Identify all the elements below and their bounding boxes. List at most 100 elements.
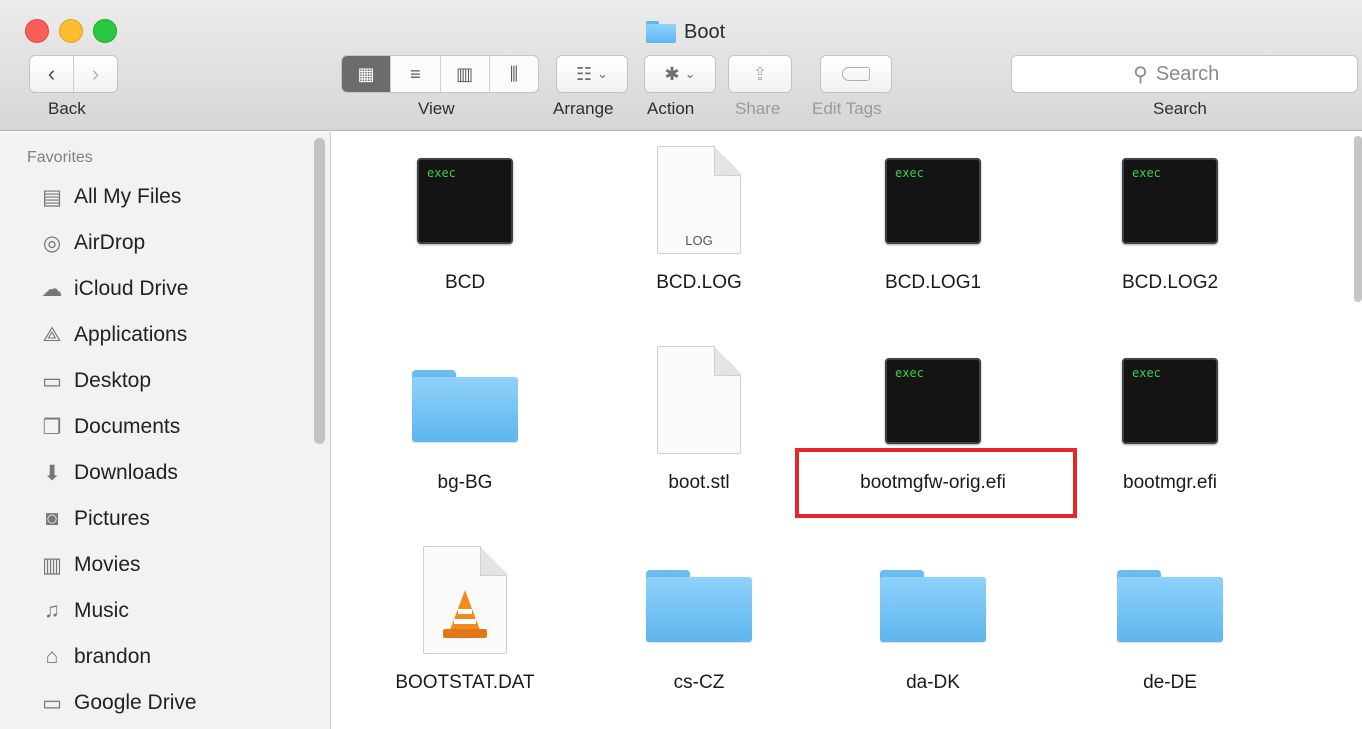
list-icon: ≡: [410, 63, 421, 84]
downloads-icon: ⬇: [43, 461, 61, 485]
file-name: cs-CZ: [673, 672, 725, 693]
file-item[interactable]: LOG BCD.LOG: [581, 132, 817, 322]
highlight-annotation-box: [795, 448, 1077, 518]
home-icon: ⌂: [45, 645, 59, 668]
sidebar-item-applications[interactable]: ⟁ Applications: [40, 319, 188, 351]
forward-button[interactable]: ›: [74, 56, 117, 92]
sidebar-item-label: Documents: [74, 415, 181, 438]
sidebar-item-label: brandon: [74, 645, 152, 668]
file-name: BCD.LOG1: [884, 272, 982, 293]
action-label: Action: [647, 99, 695, 118]
sidebar-item-brandon[interactable]: ⌂ brandon: [40, 641, 151, 673]
sidebar-item-google-drive[interactable]: ▭ Google Drive: [40, 687, 197, 719]
cover-flow-icon: ⫼: [509, 63, 519, 84]
search-input[interactable]: [1155, 62, 1236, 86]
sidebar-item-label: Applications: [74, 323, 188, 346]
sidebar-item-label: AirDrop: [74, 231, 146, 254]
sidebar-item-movies[interactable]: ▥ Movies: [40, 549, 141, 581]
file-item[interactable]: BOOTSTAT.DAT: [347, 532, 583, 722]
file-item[interactable]: boot.stl: [581, 332, 817, 522]
share-button[interactable]: ⇪: [728, 55, 792, 93]
columns-icon: ▥: [456, 63, 474, 84]
zoom-window-button[interactable]: [93, 19, 117, 43]
executable-icon: exec: [417, 158, 513, 244]
view-mode-selector: ▦ ≡ ▥ ⫼: [341, 55, 539, 93]
all-files-icon: ▤: [42, 185, 62, 209]
share-label: Share: [735, 99, 781, 118]
file-item[interactable]: cs-CZ: [581, 532, 817, 722]
folder-icon: [646, 21, 676, 43]
exec-icon-text: exec: [1132, 166, 1161, 180]
sidebar-item-label: Downloads: [74, 461, 178, 484]
sidebar-item-label: Music: [74, 599, 129, 622]
file-item[interactable]: da-DK: [815, 532, 1051, 722]
gear-icon: ✱: [664, 63, 680, 84]
file-item[interactable]: exec bootmgr.efi: [1052, 332, 1288, 522]
sidebar-item-icloud-drive[interactable]: ☁ iCloud Drive: [40, 273, 189, 305]
exec-icon-text: exec: [895, 166, 924, 180]
folder-icon: ▭: [42, 691, 62, 715]
sidebar-scrollbar[interactable]: [314, 138, 325, 444]
desktop-icon: ▭: [42, 369, 62, 393]
column-view-button[interactable]: ▥: [441, 56, 490, 92]
document-icon: [657, 346, 741, 454]
folder-icon: [1117, 570, 1223, 642]
file-item[interactable]: exec BCD.LOG2: [1052, 132, 1288, 322]
back-button[interactable]: ‹: [30, 56, 74, 92]
search-field[interactable]: ⚲: [1011, 55, 1358, 93]
minimize-window-button[interactable]: [59, 19, 83, 43]
document-icon: LOG: [657, 146, 741, 254]
documents-icon: ❐: [42, 415, 62, 439]
sidebar-item-desktop[interactable]: ▭ Desktop: [40, 365, 151, 397]
sidebar-item-downloads[interactable]: ⬇ Downloads: [40, 457, 178, 489]
music-icon: ♫: [44, 599, 60, 622]
chevron-down-icon: ⌄: [684, 66, 696, 81]
sidebar-item-airdrop[interactable]: ◎ AirDrop: [40, 227, 145, 259]
sidebar-item-documents[interactable]: ❐ Documents: [40, 411, 181, 443]
icon-view-button[interactable]: ▦: [342, 56, 392, 92]
window-title-text: Boot: [684, 20, 726, 43]
file-item[interactable]: de-DE: [1052, 532, 1288, 722]
sidebar-item-label: All My Files: [74, 185, 182, 208]
share-icon: ⇪: [752, 63, 768, 84]
file-item[interactable]: bg-BG: [347, 332, 583, 522]
content-scrollbar[interactable]: [1354, 136, 1362, 302]
folder-icon: [646, 570, 752, 642]
arrange-label: Arrange: [553, 99, 614, 118]
edit-tags-label: Edit Tags: [812, 99, 882, 118]
chevron-down-icon: ⌄: [597, 66, 609, 81]
executable-icon: exec: [885, 358, 981, 444]
cover-flow-button[interactable]: ⫼: [490, 56, 538, 92]
sidebar: Favorites ▤ All My Files ◎ AirDrop ☁ iCloud D…: [0, 132, 331, 729]
executable-icon: exec: [1122, 158, 1218, 244]
view-label: View: [418, 99, 455, 118]
cloud-icon: ☁: [41, 277, 63, 301]
file-name: boot.stl: [668, 472, 730, 493]
pictures-icon: ◙: [45, 507, 59, 530]
exec-icon-text: exec: [895, 366, 924, 380]
sidebar-item-pictures[interactable]: ◙ Pictures: [40, 503, 150, 535]
sidebar-item-label: Movies: [74, 553, 141, 576]
arrange-grid-icon: ☷: [575, 63, 593, 84]
list-view-button[interactable]: ≡: [391, 56, 441, 92]
sidebar-item-all-my-files[interactable]: ▤ All My Files: [40, 181, 181, 213]
file-item[interactable]: exec BCD.LOG1: [815, 132, 1051, 322]
close-window-button[interactable]: [25, 19, 49, 43]
sidebar-item-label: iCloud Drive: [74, 277, 189, 300]
sidebar-item-music[interactable]: ♫ Music: [40, 595, 129, 627]
window-toolbar: Boot ‹ › Back ▦ ≡ ▥ ⫼ View ☷ ⌄ Arrange ✱…: [0, 0, 1362, 131]
file-name: de-DE: [1143, 672, 1197, 693]
arrange-button[interactable]: ☷ ⌄: [556, 55, 628, 93]
file-item[interactable]: exec BCD: [347, 132, 583, 322]
file-name: bg-BG: [437, 472, 493, 493]
edit-tags-button[interactable]: [820, 55, 892, 93]
sidebar-item-label: Desktop: [74, 369, 152, 392]
action-button[interactable]: ✱ ⌄: [644, 55, 716, 93]
file-name: BCD: [444, 272, 486, 293]
file-name: BCD.LOG: [656, 272, 742, 293]
sidebar-item-label: Google Drive: [74, 691, 197, 714]
applications-icon: ⟁: [42, 323, 62, 346]
folder-icon: [412, 370, 518, 442]
back-label: Back: [48, 99, 86, 118]
sidebar-item-label: Pictures: [74, 507, 150, 530]
